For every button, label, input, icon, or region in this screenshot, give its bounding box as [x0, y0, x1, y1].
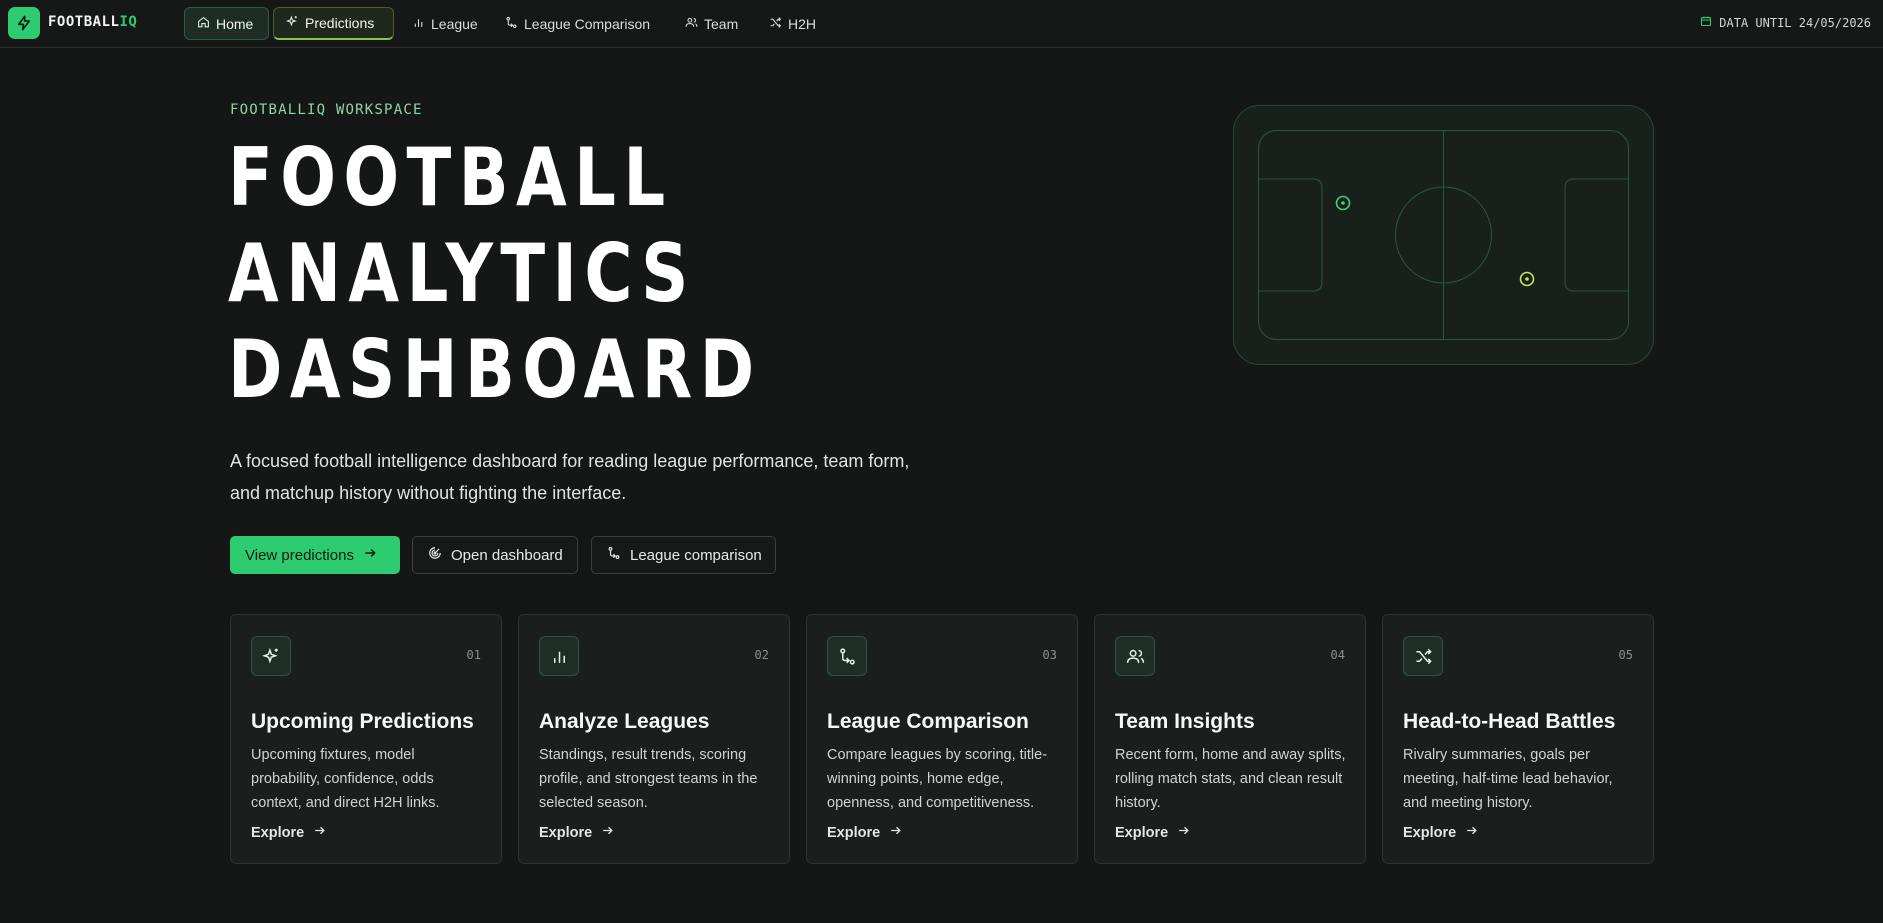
card-title: Team Insights — [1115, 710, 1255, 733]
arrow-right-icon — [363, 546, 377, 564]
sparkles-icon — [251, 636, 291, 676]
nav-item-label: League — [431, 15, 478, 32]
title-line-3: DASHBOARD — [228, 323, 762, 416]
explore-label: Explore — [1403, 824, 1457, 841]
card-description: Standings, result trends, scoring profil… — [539, 747, 758, 811]
card-number: 01 — [466, 648, 481, 662]
arrow-right-icon — [313, 824, 326, 841]
button-label: Open dashboard — [451, 546, 563, 564]
shuffle-icon — [769, 16, 782, 32]
title-line-1: FOOTBALL — [228, 131, 673, 224]
card-title: League Comparison — [827, 710, 1029, 733]
nav-item-team[interactable]: Team — [673, 7, 750, 40]
nav-item-label: Home — [216, 15, 254, 32]
users-icon — [1115, 636, 1155, 676]
arrow-right-icon — [1177, 824, 1190, 841]
compare-icon — [827, 636, 867, 676]
card-description: Upcoming fixtures, model probability, co… — [251, 747, 440, 811]
calendar-icon — [1700, 15, 1712, 30]
hero-description: A focused football intelligence dashboar… — [230, 451, 910, 503]
card-description: Compare leagues by scoring, title-winnin… — [827, 747, 1048, 811]
data-until-text: DATA UNTIL 24/05/2026 — [1719, 15, 1871, 30]
explore-link[interactable]: Explore — [539, 824, 614, 841]
explore-label: Explore — [827, 824, 881, 841]
card-league-comparison[interactable]: 03 League Comparison Compare leagues by … — [806, 614, 1078, 864]
card-analyze-leagues[interactable]: 02 Analyze Leagues Standings, result tre… — [518, 614, 790, 864]
nav-item-label: Team — [704, 15, 739, 32]
open-dashboard-button[interactable]: Open dashboard — [412, 536, 578, 574]
radar-icon — [428, 546, 442, 564]
view-predictions-button[interactable]: View predictions — [230, 536, 400, 574]
explore-link[interactable]: Explore — [827, 824, 902, 841]
card-title: Upcoming Predictions — [251, 710, 474, 733]
compare-icon — [505, 16, 518, 32]
card-number: 03 — [1042, 648, 1057, 662]
shuffle-icon — [1403, 636, 1443, 676]
explore-link[interactable]: Explore — [1115, 824, 1190, 841]
nav-item-h2h[interactable]: H2H — [757, 7, 828, 40]
nav-item-label: League Comparison — [524, 15, 651, 32]
home-icon — [197, 16, 210, 32]
compare-icon — [607, 546, 621, 564]
hero-kicker: FOOTBALLIQ WORKSPACE — [230, 102, 423, 118]
league-comparison-button[interactable]: League comparison — [591, 536, 776, 574]
button-label: League comparison — [630, 546, 762, 564]
card-title: Head-to-Head Battles — [1403, 710, 1616, 733]
sparkles-icon — [285, 15, 299, 31]
nav-item-league-comparison[interactable]: League Comparison — [493, 7, 662, 40]
users-icon — [685, 16, 698, 32]
pitch-illustration — [1233, 105, 1654, 365]
explore-link[interactable]: Explore — [251, 824, 326, 841]
nav-item-predictions[interactable]: Predictions — [273, 7, 394, 40]
card-title: Analyze Leagues — [539, 710, 710, 733]
page-title: FOOTBALL ANALYTICS DASHBOARD — [228, 130, 762, 418]
nav-item-home[interactable]: Home — [184, 7, 269, 40]
card-number: 05 — [1618, 648, 1633, 662]
top-nav: FOOTBALLIQ Home Predictions League Leagu… — [0, 0, 1883, 48]
bar-chart-icon — [412, 16, 425, 32]
card-description: Recent form, home and away splits, rolli… — [1115, 747, 1346, 811]
data-until-badge: DATA UNTIL 24/05/2026 — [1700, 15, 1871, 30]
bar-chart-icon — [539, 636, 579, 676]
card-number: 04 — [1330, 648, 1345, 662]
card-number: 02 — [754, 648, 769, 662]
nav-item-league[interactable]: League — [400, 7, 490, 40]
title-line-2: ANALYTICS — [228, 227, 696, 320]
arrow-right-icon — [1465, 824, 1478, 841]
card-head-to-head[interactable]: 05 Head-to-Head Battles Rivalry summarie… — [1382, 614, 1654, 864]
card-team-insights[interactable]: 04 Team Insights Recent form, home and a… — [1094, 614, 1366, 864]
explore-label: Explore — [539, 824, 593, 841]
bolt-icon[interactable] — [8, 7, 40, 39]
nav-item-label: H2H — [788, 15, 817, 32]
arrow-right-icon — [601, 824, 614, 841]
explore-label: Explore — [1115, 824, 1169, 841]
card-upcoming-predictions[interactable]: 01 Upcoming Predictions Upcoming fixture… — [230, 614, 502, 864]
button-label: View predictions — [245, 546, 354, 564]
brand-logo[interactable]: FOOTBALLIQ — [48, 14, 137, 30]
explore-label: Explore — [251, 824, 305, 841]
nav-item-label: Predictions — [305, 15, 375, 31]
arrow-right-icon — [889, 824, 902, 841]
card-description: Rivalry summaries, goals per meeting, ha… — [1403, 747, 1613, 811]
explore-link[interactable]: Explore — [1403, 824, 1478, 841]
